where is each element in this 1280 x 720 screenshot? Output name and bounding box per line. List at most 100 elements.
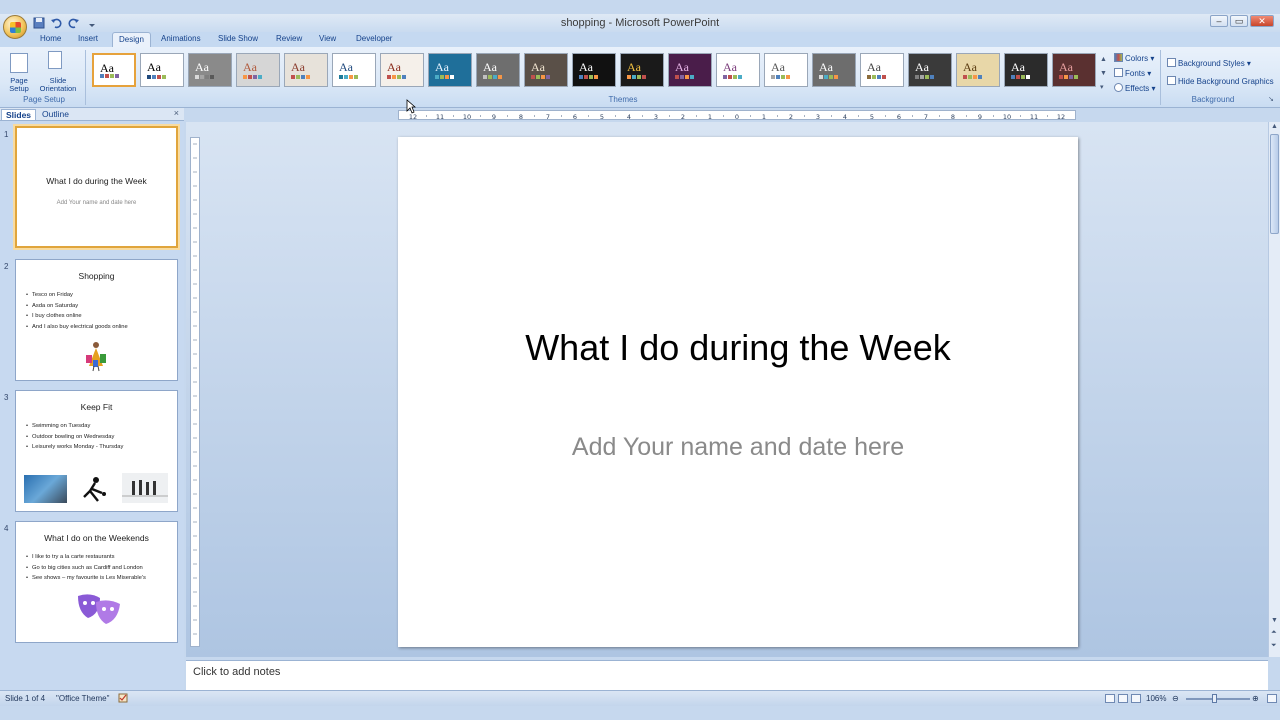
dialog-launcher-icon[interactable]: ↘ — [1268, 95, 1274, 103]
thumbnail-title: Keep Fit — [80, 402, 113, 412]
slide-show-view-icon[interactable] — [1131, 694, 1141, 703]
tab-view[interactable]: View — [319, 34, 336, 43]
maximize-button[interactable]: ▭ — [1230, 15, 1248, 27]
tab-outline[interactable]: Outline — [38, 109, 73, 119]
minimize-button[interactable]: – — [1210, 15, 1228, 27]
hide-background-graphics-checkbox[interactable]: Hide Background Graphics — [1167, 76, 1274, 86]
slide-sorter-view-icon[interactable] — [1118, 694, 1128, 703]
tab-home[interactable]: Home — [40, 34, 61, 43]
ruler-label: 0 — [735, 113, 739, 120]
effects-button[interactable]: Effects ▾ — [1114, 83, 1156, 93]
zoom-out-icon[interactable]: ⊖ — [1172, 694, 1179, 703]
thumbnail-bullets: Tesco on Friday Asda on Saturday I buy c… — [26, 290, 128, 332]
slide-thumbnail-4[interactable]: What I do on the Weekends I like to try … — [15, 521, 178, 643]
theme-thumbnail[interactable]: Aa — [140, 53, 184, 87]
page-setup-icon[interactable] — [10, 53, 28, 73]
slide-subtitle-placeholder[interactable]: Add Your name and date here — [398, 433, 1078, 462]
theme-color-swatches — [627, 75, 646, 79]
next-slide-icon[interactable]: ⏷ — [1271, 642, 1277, 650]
office-button[interactable] — [3, 15, 27, 39]
ruler-label: 1 — [762, 113, 766, 120]
current-slide[interactable]: What I do during the Week Add Your name … — [398, 137, 1078, 647]
scroll-up-icon[interactable]: ▲ — [1271, 123, 1278, 130]
theme-thumbnail[interactable]: Aa — [92, 53, 136, 87]
ruler-label: 12 — [1057, 113, 1065, 120]
theme-color-swatches — [819, 75, 838, 79]
tab-slides[interactable]: Slides — [1, 109, 37, 120]
theme-thumbnail[interactable]: Aa — [476, 53, 520, 87]
theme-thumbnail[interactable]: Aa — [332, 53, 376, 87]
tab-insert[interactable]: Insert — [78, 34, 98, 43]
theme-thumbnail[interactable]: Aa — [188, 53, 232, 87]
notes-pane[interactable]: Click to add notes — [186, 660, 1268, 690]
theme-thumbnail[interactable]: Aa — [572, 53, 616, 87]
theme-thumbnail[interactable]: Aa — [860, 53, 904, 87]
colors-button[interactable]: Colors ▾ — [1114, 53, 1154, 63]
ruler-label: 11 — [436, 113, 444, 120]
ruler-ticks: 12 11 10 9 8 7 6 5 4 3 2 1 0 1 2 3 4 5 6 7 8 9 10 11 12 — [409, 113, 1065, 121]
theme-name: "Office Theme" — [56, 694, 110, 703]
notes-placeholder[interactable]: Click to add notes — [193, 666, 280, 678]
zoom-slider[interactable] — [1186, 698, 1250, 700]
theme-thumbnail[interactable]: Aa — [236, 53, 280, 87]
page-setup-button[interactable]: Page Setup — [4, 77, 34, 93]
bullet-item: Go to big cities such as Cardiff and Lon… — [26, 563, 146, 574]
vertical-scrollbar[interactable]: ▲ ▼ ⏶ ⏷ — [1268, 122, 1280, 657]
theme-thumbnail[interactable]: Aa — [812, 53, 856, 87]
theme-sample-text: Aa — [579, 60, 593, 74]
theme-color-swatches — [483, 75, 502, 79]
zoom-in-icon[interactable]: ⊕ — [1252, 694, 1259, 703]
theme-thumbnail[interactable]: Aa — [524, 53, 568, 87]
theme-thumbnail[interactable]: Aa — [908, 53, 952, 87]
checkbox-icon — [1167, 76, 1176, 85]
tab-review[interactable]: Review — [276, 34, 302, 43]
tab-design[interactable]: Design — [112, 32, 151, 47]
thumbnail-bullets: I like to try a la carte restaurants Go … — [26, 552, 146, 584]
slide-orientation-icon[interactable] — [48, 51, 62, 69]
theme-thumbnail[interactable]: Aa — [1052, 53, 1096, 87]
zoom-slider-handle[interactable] — [1212, 694, 1217, 703]
gallery-scroll-icon[interactable]: ▲ ▼ ▾ — [1100, 53, 1107, 95]
theme-thumbnail[interactable]: Aa — [380, 53, 424, 87]
theme-thumbnail[interactable]: Aa — [284, 53, 328, 87]
theme-sample-text: Aa — [723, 60, 737, 74]
themes-group-label: Themes — [608, 95, 638, 104]
group-separator — [85, 50, 86, 105]
slide-title-placeholder[interactable]: What I do during the Week — [398, 327, 1078, 369]
zoom-level[interactable]: 106% — [1146, 694, 1166, 703]
theme-thumbnail[interactable]: Aa — [956, 53, 1000, 87]
thumbnail-subtitle: Add Your name and date here — [56, 200, 137, 206]
scroll-down-icon[interactable]: ▼ — [1271, 617, 1278, 624]
theme-thumbnail[interactable]: Aa — [1004, 53, 1048, 87]
normal-view-icon[interactable] — [1105, 694, 1115, 703]
tab-animations[interactable]: Animations — [161, 34, 201, 43]
theme-color-swatches — [579, 75, 598, 79]
theme-thumbnail[interactable]: Aa — [620, 53, 664, 87]
background-styles-icon — [1167, 58, 1176, 67]
previous-slide-icon[interactable]: ⏶ — [1271, 629, 1277, 637]
slide-thumbnail-2[interactable]: Shopping Tesco on Friday Asda on Saturda… — [15, 259, 178, 381]
slide-thumbnail-1[interactable]: What I do during the Week Add Your name … — [15, 126, 178, 248]
effects-icon — [1114, 83, 1123, 92]
slide-thumbnail-3[interactable]: Keep Fit Swimming on Tuesday Outdoor bow… — [15, 390, 178, 512]
theme-sample-text: Aa — [531, 60, 545, 74]
tab-developer[interactable]: Developer — [356, 34, 392, 43]
ribbon-tabs: Home Insert Design Animations Slide Show… — [0, 32, 1280, 47]
theme-sample-text: Aa — [147, 60, 161, 74]
spell-check-icon[interactable] — [118, 693, 128, 706]
fit-slide-icon[interactable] — [1267, 694, 1277, 703]
tab-slide-show[interactable]: Slide Show — [218, 34, 258, 43]
theme-thumbnail[interactable]: Aa — [668, 53, 712, 87]
close-button[interactable]: ✕ — [1250, 15, 1274, 27]
powerpoint-window: shopping - Microsoft PowerPoint – ▭ ✕ Ho… — [0, 0, 1280, 720]
thumbnail-title: Shopping — [78, 271, 115, 281]
scrollbar-thumb[interactable] — [1270, 134, 1279, 234]
close-pane-icon[interactable]: × — [174, 108, 179, 118]
slide-orientation-button[interactable]: Slide Orientation — [34, 77, 82, 93]
theme-thumbnail[interactable]: Aa — [716, 53, 760, 87]
fonts-button[interactable]: Fonts ▾ — [1114, 68, 1151, 78]
background-styles-button[interactable]: Background Styles ▾ — [1167, 58, 1251, 68]
theme-thumbnail[interactable]: Aa — [428, 53, 472, 87]
theme-thumbnail[interactable]: Aa — [764, 53, 808, 87]
ruler-label: 12 — [409, 113, 417, 120]
